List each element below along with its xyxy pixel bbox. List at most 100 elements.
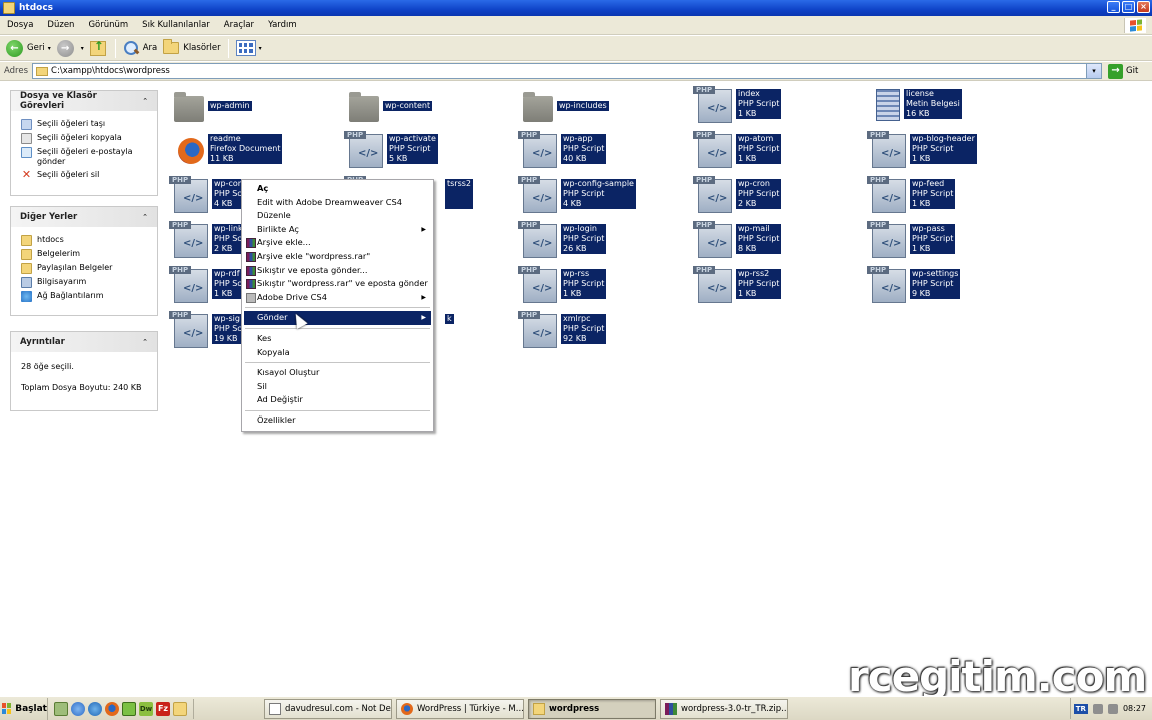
app-icon[interactable] <box>122 701 136 716</box>
menu-item-open[interactable]: Aç <box>244 182 431 196</box>
file-item[interactable]: wp-cronPHP Script2 KB <box>693 175 858 217</box>
task-copy[interactable]: Seçili öğeleri kopyala <box>21 133 151 144</box>
search-button[interactable]: Ara <box>120 38 161 59</box>
views-button[interactable]: ▾ <box>233 38 265 59</box>
menu-item-edit[interactable]: Düzenle <box>244 209 431 223</box>
chevron-down-icon[interactable]: ▾ <box>81 45 84 52</box>
submenu-arrow-icon: ▶ <box>421 225 426 233</box>
details-panel: Ayrıntılar ⌃ 28 öğe seçili. Toplam Dosya… <box>10 331 158 411</box>
menu-favorites[interactable]: Sık Kullanılanlar <box>135 20 217 30</box>
menu-item-compress-email[interactable]: Sıkıştır ve eposta gönder... <box>244 264 431 278</box>
place-my-computer[interactable]: Bilgisayarım <box>21 277 151 288</box>
file-item[interactable]: wp-activatePHP Script5 KB <box>344 130 509 172</box>
panel-header[interactable]: Diğer Yerler ⌃ <box>11 207 157 227</box>
chevron-down-icon[interactable]: ▾ <box>1086 64 1102 78</box>
file-item[interactable]: wp-rssPHP Script1 KB <box>518 265 683 307</box>
menu-item-delete[interactable]: Sil <box>244 380 431 394</box>
file-item[interactable]: wp-blog-headerPHP Script1 KB <box>867 130 1032 172</box>
up-button[interactable] <box>87 38 111 59</box>
dreamweaver-icon[interactable]: Dw <box>139 701 153 716</box>
menu-item-edit-dreamweaver[interactable]: Edit with Adobe Dreamweaver CS4 <box>244 196 431 210</box>
menu-item-compress-rar-email[interactable]: Sıkıştır "wordpress.rar" ve eposta gönde… <box>244 277 431 291</box>
menu-item-send-to[interactable]: Gönder ▶ <box>244 311 431 325</box>
menu-item-create-shortcut[interactable]: Kısayol Oluştur <box>244 366 431 380</box>
file-item[interactable]: readme Firefox Document 11 KB <box>174 130 334 172</box>
collapse-icon[interactable]: ⌃ <box>139 211 151 223</box>
panel-header[interactable]: Ayrıntılar ⌃ <box>11 332 157 352</box>
place-htdocs[interactable]: htdocs <box>21 235 151 246</box>
panel-header[interactable]: Dosya ve Klasör Görevleri ⌃ <box>11 91 157 111</box>
place-network[interactable]: Ağ Bağlantılarım <box>21 291 151 302</box>
network-icon <box>21 291 32 302</box>
close-button[interactable]: × <box>1137 1 1150 13</box>
menu-item-rename[interactable]: Ad Değiştir <box>244 393 431 407</box>
file-item[interactable]: wp-rss2PHP Script1 KB <box>693 265 858 307</box>
folders-button[interactable]: Klasörler <box>160 38 223 59</box>
file-item[interactable]: wp-loginPHP Script26 KB <box>518 220 683 262</box>
file-item[interactable]: wp-mailPHP Script8 KB <box>693 220 858 262</box>
file-item[interactable]: wp-atomPHP Script1 KB <box>693 130 858 172</box>
task-label: Seçili öğeleri sil <box>37 170 100 179</box>
menu-item-copy[interactable]: Kopyala <box>244 346 431 360</box>
file-item[interactable]: wp-appPHP Script40 KB <box>518 130 683 172</box>
place-my-documents[interactable]: Belgelerim <box>21 249 151 260</box>
volume-icon[interactable] <box>1107 703 1118 714</box>
menu-item-adobe-drive[interactable]: Adobe Drive CS4 ▶ <box>244 291 431 305</box>
menu-item-open-with[interactable]: Birlikte Aç ▶ <box>244 223 431 237</box>
taskbar-task[interactable]: wordpress-3.0-tr_TR.zip... <box>660 698 788 719</box>
minimize-button[interactable]: _ <box>1107 1 1120 13</box>
file-name: wp-admin <box>210 101 250 110</box>
menu-item-label: Sıkıştır "wordpress.rar" ve eposta gönde… <box>257 278 428 289</box>
file-item[interactable]: wp-includes <box>523 88 683 130</box>
menu-item-properties[interactable]: Özellikler <box>244 414 431 428</box>
language-indicator[interactable]: TR <box>1073 703 1088 714</box>
menu-help[interactable]: Yardım <box>261 20 304 30</box>
task-move[interactable]: Seçili öğeleri taşı <box>21 119 151 130</box>
file-item[interactable]: wp-admin <box>174 88 334 130</box>
folder-icon <box>36 67 49 76</box>
file-item[interactable]: wp-config-samplePHP Script4 KB <box>518 175 683 217</box>
file-item[interactable]: license Metin Belgesi 16 KB <box>872 85 1032 127</box>
folder-icon <box>21 235 32 246</box>
menu-item-cut[interactable]: Kes <box>244 332 431 346</box>
collapse-icon[interactable]: ⌃ <box>139 336 151 348</box>
filezilla-icon[interactable]: Fz <box>156 701 170 716</box>
panel-title: Ayrıntılar <box>20 337 65 347</box>
file-item[interactable]: wp-content <box>349 88 509 130</box>
forward-button[interactable]: → ▾ <box>54 38 87 59</box>
show-desktop-icon[interactable] <box>54 701 68 716</box>
menu-item-add-to-archive[interactable]: Arşive ekle... <box>244 236 431 250</box>
menu-edit[interactable]: Düzen <box>40 20 81 30</box>
file-item[interactable]: wp-settingsPHP Script9 KB <box>867 265 1032 307</box>
folder-icon[interactable] <box>173 701 187 716</box>
back-button[interactable]: ← Geri ▾ <box>3 38 54 59</box>
file-item[interactable]: wp-passPHP Script1 KB <box>867 220 1032 262</box>
taskbar-task[interactable]: davudresul.com - Not De... <box>264 698 392 719</box>
maximize-button[interactable]: □ <box>1122 1 1135 13</box>
internet-explorer-icon[interactable] <box>71 701 85 716</box>
task-email[interactable]: Seçili öğeleri e-postayla gönder <box>21 147 151 167</box>
collapse-icon[interactable]: ⌃ <box>139 95 151 107</box>
menu-tools[interactable]: Araçlar <box>217 20 261 30</box>
file-name: wp-rss2 <box>738 269 770 278</box>
file-item[interactable]: xmlrpcPHP Script92 KB <box>518 310 683 352</box>
place-shared-documents[interactable]: Paylaşılan Belgeler <box>21 263 151 274</box>
file-item[interactable]: wp-feedPHP Script1 KB <box>867 175 1032 217</box>
file-size: 19 KB <box>214 334 238 343</box>
tray-icon[interactable] <box>1092 703 1103 714</box>
menu-file[interactable]: Dosya <box>0 20 40 30</box>
place-label: Paylaşılan Belgeler <box>37 263 113 272</box>
firefox-icon[interactable] <box>105 701 119 716</box>
address-input[interactable]: C:\xampp\htdocs\wordpress ▾ <box>32 63 1103 79</box>
file-item[interactable]: indexPHP Script1 KB <box>693 85 858 127</box>
chevron-down-icon[interactable]: ▾ <box>259 45 262 52</box>
chevron-down-icon[interactable]: ▾ <box>48 45 51 52</box>
taskbar-task[interactable]: WordPress | Türkiye - M... <box>396 698 524 719</box>
menu-view[interactable]: Görünüm <box>81 20 135 30</box>
start-button[interactable]: Başlat <box>0 697 48 720</box>
task-delete[interactable]: ✕ Seçili öğeleri sil <box>21 169 151 181</box>
taskbar-task-active[interactable]: wordpress <box>528 698 656 719</box>
browser-icon[interactable] <box>88 701 102 716</box>
menu-item-add-to-rar[interactable]: Arşive ekle "wordpress.rar" <box>244 250 431 264</box>
go-button[interactable]: → Git <box>1108 63 1138 79</box>
